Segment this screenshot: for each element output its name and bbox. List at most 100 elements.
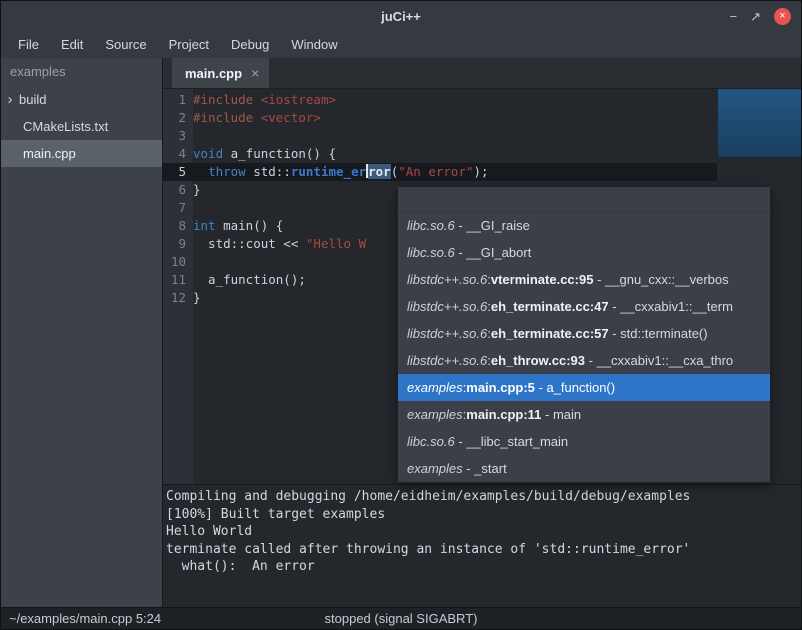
frame-text: - __GI_raise: [455, 218, 530, 233]
file-tree: ›buildCMakeLists.txtmain.cpp: [1, 86, 162, 167]
main-area: examples ›buildCMakeLists.txtmain.cpp ma…: [1, 58, 801, 607]
line-number: 9: [163, 235, 193, 253]
frame-location: vterminate.cc:95: [491, 272, 594, 287]
tab-main-cpp[interactable]: main.cpp ×: [172, 58, 269, 88]
menubar: FileEditSourceProjectDebugWindow: [1, 31, 801, 58]
code-token: std::: [246, 164, 291, 179]
code-token: void: [193, 146, 223, 161]
app-window: juCi++ − ↗ × FileEditSourceProjectDebugW…: [0, 0, 802, 630]
code-token: int: [193, 218, 216, 233]
frame-location: eh_throw.cc:93: [491, 353, 585, 368]
window-controls: − ↗ ×: [730, 1, 792, 31]
menu-item-edit[interactable]: Edit: [50, 33, 94, 56]
frame-module: libc.so.6: [407, 218, 455, 233]
stack-frame-item[interactable]: libc.so.6 - __GI_abort: [398, 239, 770, 266]
code-token: }: [193, 182, 201, 197]
line-number: 3: [163, 127, 193, 145]
frame-module: libstdc++.so.6: [407, 353, 487, 368]
line-number: 7: [163, 199, 193, 217]
file-label: build: [19, 92, 46, 107]
frame-text: - __gnu_cxx::__verbos: [593, 272, 728, 287]
code-line: void a_function() {: [193, 145, 801, 163]
project-name: examples: [1, 58, 162, 86]
code-token: [193, 164, 208, 179]
sidebar-item-build[interactable]: ›build: [1, 86, 162, 113]
code-token: main() {: [216, 218, 284, 233]
stack-frame-item[interactable]: examples:main.cpp:5 - a_function(): [398, 374, 770, 401]
terminal-line: [100%] Built target examples: [166, 506, 801, 524]
stack-frame-item[interactable]: libstdc++.so.6:vterminate.cc:95 - __gnu_…: [398, 266, 770, 293]
frame-module: libc.so.6: [407, 434, 455, 449]
stack-frame-item[interactable]: libstdc++.so.6:eh_terminate.cc:57 - std:…: [398, 320, 770, 347]
frame-text: - __cxxabiv1::__cxa_thro: [585, 353, 733, 368]
sidebar-item-cmakelists-txt[interactable]: CMakeLists.txt: [1, 113, 162, 140]
menu-item-file[interactable]: File: [7, 33, 50, 56]
frame-text: - main: [541, 407, 581, 422]
code-token: #include: [193, 110, 261, 125]
frame-text: - a_function(): [535, 380, 615, 395]
sidebar-item-main-cpp[interactable]: main.cpp: [1, 140, 162, 167]
frame-text: - std::terminate(): [609, 326, 708, 341]
code-line: throw std::runtime_error("An error");: [193, 163, 801, 181]
line-number: 10: [163, 253, 193, 271]
frame-location: main.cpp:5: [466, 380, 535, 395]
restore-icon[interactable]: ↗: [750, 10, 761, 23]
code-token: "Hello W: [306, 236, 366, 251]
stack-frame-item[interactable]: examples - _start: [398, 455, 770, 482]
menu-item-project[interactable]: Project: [158, 33, 220, 56]
code-token: #include: [193, 92, 261, 107]
titlebar[interactable]: juCi++ − ↗ ×: [1, 1, 801, 31]
cursor-location: ~/examples/main.cpp 5:24: [9, 611, 161, 626]
terminal-line: Hello World: [166, 523, 801, 541]
frame-text: - __cxxabiv1::__term: [609, 299, 733, 314]
line-number: 11: [163, 271, 193, 289]
line-number: 1: [163, 91, 193, 109]
file-label: main.cpp: [23, 146, 76, 161]
terminal-line: Compiling and debugging /home/eidheim/ex…: [166, 488, 801, 506]
code-token: <iostream>: [261, 92, 336, 107]
tab-close-icon[interactable]: ×: [251, 65, 259, 81]
debug-status: stopped (signal SIGABRT): [325, 611, 478, 626]
stack-frame-item[interactable]: libc.so.6 - __libc_start_main: [398, 428, 770, 455]
line-number: 8: [163, 217, 193, 235]
stack-trace-popup-header: [398, 187, 770, 212]
frame-module: libstdc++.so.6: [407, 326, 487, 341]
code-token: }: [193, 290, 201, 305]
code-line: #include <vector>: [193, 109, 801, 127]
terminal-line: what(): An error: [166, 558, 801, 576]
close-icon[interactable]: ×: [774, 8, 791, 25]
frame-location: main.cpp:11: [466, 407, 541, 422]
code-line: [193, 127, 801, 145]
stack-frame-item[interactable]: libc.so.6 - __GI_raise: [398, 212, 770, 239]
frame-location: eh_terminate.cc:57: [491, 326, 609, 341]
menu-item-debug[interactable]: Debug: [220, 33, 280, 56]
frame-module: examples: [407, 461, 463, 476]
minimize-icon[interactable]: −: [730, 10, 738, 23]
tab-label: main.cpp: [185, 66, 242, 81]
tabbar: main.cpp ×: [163, 58, 801, 89]
line-number: 4: [163, 145, 193, 163]
frame-module: libstdc++.so.6: [407, 272, 487, 287]
chevron-right-icon[interactable]: ›: [1, 92, 19, 107]
frame-text: - _start: [463, 461, 507, 476]
menu-item-window[interactable]: Window: [280, 33, 348, 56]
stack-frame-item[interactable]: libstdc++.so.6:eh_throw.cc:93 - __cxxabi…: [398, 347, 770, 374]
code-token: runtime_er: [291, 164, 366, 179]
line-number: 6: [163, 181, 193, 199]
menu-item-source[interactable]: Source: [94, 33, 157, 56]
frame-module: libstdc++.so.6: [407, 299, 487, 314]
code-token: a_function();: [193, 272, 306, 287]
stack-frame-list: libc.so.6 - __GI_raiselibc.so.6 - __GI_a…: [398, 212, 770, 482]
stack-frame-item[interactable]: examples:main.cpp:11 - main: [398, 401, 770, 428]
code-token: );: [474, 164, 489, 179]
editor-column: main.cpp × 123456789101112 #include <ios…: [162, 58, 801, 607]
stack-frame-item[interactable]: libstdc++.so.6:eh_terminate.cc:47 - __cx…: [398, 293, 770, 320]
line-number-gutter: 123456789101112: [163, 89, 193, 484]
code-token: a_function() {: [223, 146, 336, 161]
frame-location: eh_terminate.cc:47: [491, 299, 609, 314]
frame-module: examples: [407, 407, 463, 422]
terminal-line: terminate called after throwing an insta…: [166, 541, 801, 559]
output-terminal[interactable]: Compiling and debugging /home/eidheim/ex…: [163, 484, 801, 607]
line-number: 5: [163, 163, 193, 181]
frame-text: - __GI_abort: [455, 245, 532, 260]
